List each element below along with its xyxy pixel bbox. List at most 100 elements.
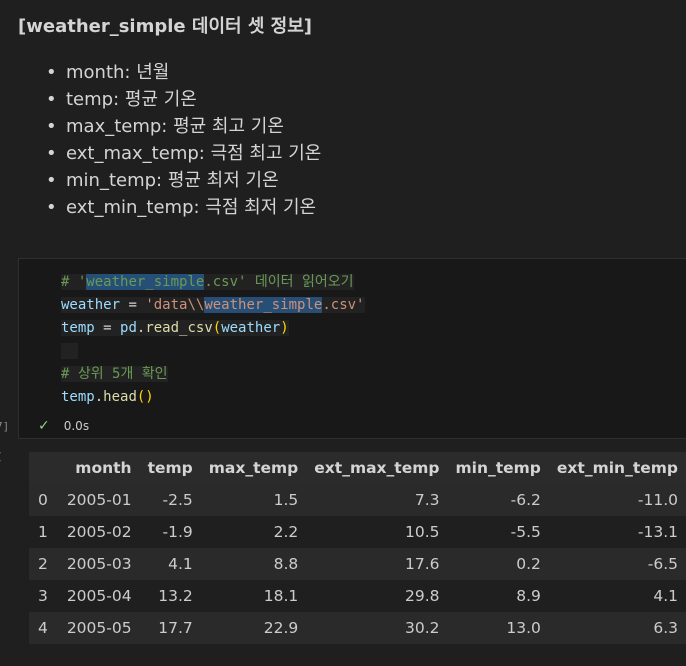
check-icon: ✓: [38, 418, 50, 434]
code-string: 'data\\: [145, 297, 205, 313]
code-function: head: [103, 389, 137, 405]
row-index: 4: [38, 619, 48, 637]
table-cell: 2005-01: [66, 491, 132, 509]
column-header: [29, 452, 59, 484]
code-operator: .: [94, 389, 104, 405]
table-cell: -5.5: [510, 523, 541, 541]
table-cell: 2005-05: [66, 619, 132, 637]
column-header: min_temp: [455, 459, 541, 477]
table-cell: 2005-02: [66, 523, 132, 541]
markdown-title: [weather_simple 데이터 셋 정보]: [18, 16, 313, 37]
row-index: 0: [38, 491, 48, 509]
code-string: .csv': [322, 297, 365, 313]
column-header: max_temp: [208, 459, 299, 477]
bullet-icon: •: [46, 197, 57, 218]
bullet-icon: •: [46, 89, 57, 110]
code-line-empty[interactable]: [61, 340, 365, 363]
list-item-text: month: 년월: [66, 62, 170, 83]
table-cell: 8.8: [273, 555, 299, 573]
table-row: 1 2005-02 -1.9 2.2 10.5 -5.5 -13.1: [29, 516, 686, 548]
bullet-icon: •: [46, 170, 57, 191]
table-cell: -6.2: [510, 491, 541, 509]
code-whitespace: [61, 343, 78, 359]
table-header-row: month temp max_temp ext_max_temp min_tem…: [29, 452, 686, 484]
bullet-icon: •: [46, 143, 57, 164]
list-item: • month: 년월: [20, 60, 321, 87]
code-line[interactable]: # 'weather_simple.csv' 데이터 읽어오기: [61, 271, 365, 294]
table-cell: 29.8: [404, 587, 440, 605]
list-item-text: ext_max_temp: 극점 최고 기온: [66, 143, 322, 164]
code-comment-highlight: weather_simple: [86, 274, 205, 290]
dataframe-output: month temp max_temp ext_max_temp min_tem…: [29, 452, 686, 644]
table-row: 4 2005-05 17.7 22.9 30.2 13.0 6.3: [29, 612, 686, 644]
code-paren: (): [136, 389, 154, 405]
code-operator: =: [120, 297, 146, 313]
table-cell: 6.3: [653, 619, 678, 637]
table-cell: 13.0: [506, 619, 541, 637]
code-module: pd: [120, 320, 137, 336]
table-cell: -2.5: [162, 491, 193, 509]
table-row: 0 2005-01 -2.5 1.5 7.3 -6.2 -11.0: [29, 484, 686, 516]
code-operator: =: [94, 320, 121, 336]
code-variable: temp: [61, 320, 95, 336]
code-comment: 데이터 읽어오기: [246, 274, 354, 290]
column-header: ext_max_temp: [314, 459, 440, 477]
code-function: read_csv: [145, 320, 213, 336]
table-cell: -13.1: [637, 523, 678, 541]
code-line[interactable]: weather = 'data\\weather_simple.csv': [61, 294, 365, 317]
list-item-text: max_temp: 평균 최고 기온: [66, 116, 284, 137]
table-cell: 13.2: [158, 587, 193, 605]
code-comment: #: [61, 274, 78, 290]
table-cell: 7.3: [414, 491, 440, 509]
code-paren: ): [280, 320, 289, 336]
output-marker: [: [0, 452, 2, 463]
list-item-text: min_temp: 평균 최저 기온: [66, 170, 279, 191]
table-cell: 1.5: [273, 491, 299, 509]
table-cell: -6.5: [647, 555, 678, 573]
column-header: month: [75, 459, 132, 477]
table-cell: 4.1: [168, 555, 193, 573]
column-header: temp: [147, 459, 193, 477]
code-line[interactable]: # 상위 5개 확인: [61, 363, 365, 386]
list-item: • max_temp: 평균 최고 기온: [20, 114, 321, 141]
code-line[interactable]: temp.head(): [61, 386, 365, 409]
table-cell: 30.2: [404, 619, 440, 637]
code-line[interactable]: temp = pd.read_csv(weather): [61, 317, 365, 340]
code-paren: (: [212, 320, 222, 336]
list-item-text: temp: 평균 기온: [66, 89, 197, 110]
code-editor[interactable]: # 'weather_simple.csv' 데이터 읽어오기 weather =…: [61, 271, 365, 409]
table-cell: 8.9: [516, 587, 541, 605]
table-row: 2 2005-03 4.1 8.8 17.6 0.2 -6.5: [29, 548, 686, 580]
table-cell: 0.2: [516, 555, 541, 573]
code-cell-editor[interactable]: # 'weather_simple.csv' 데이터 읽어오기 weather =…: [18, 258, 686, 439]
table-cell: 2005-03: [66, 555, 132, 573]
list-item-text: ext_min_temp: 극점 최저 기온: [66, 197, 317, 218]
code-variable: weather: [61, 297, 121, 313]
table-cell: 10.5: [404, 523, 440, 541]
code-variable: weather: [221, 320, 281, 336]
table-cell: 2005-04: [66, 587, 132, 605]
code-comment: .csv': [204, 274, 247, 290]
row-index: 1: [38, 523, 48, 541]
column-description-list: • month: 년월 • temp: 평균 기온 • max_temp: 평균 최고…: [20, 60, 321, 222]
execution-count: 7]: [0, 420, 10, 433]
list-item: • ext_max_temp: 극점 최고 기온: [20, 141, 321, 168]
code-string-highlight: weather_simple: [204, 297, 323, 313]
table-cell: 18.1: [263, 587, 299, 605]
table-cell: 2.2: [273, 523, 299, 541]
table-cell: 17.6: [404, 555, 440, 573]
table-cell: 17.7: [158, 619, 193, 637]
list-item: • min_temp: 평균 최저 기온: [20, 168, 321, 195]
row-index: 3: [38, 587, 48, 605]
bullet-icon: •: [46, 62, 57, 83]
execution-time: 0.0s: [63, 419, 90, 433]
table-cell: 22.9: [263, 619, 299, 637]
column-header: ext_min_temp: [556, 459, 678, 477]
table-cell: 4.1: [653, 587, 678, 605]
code-variable: temp: [61, 389, 95, 405]
bullet-icon: •: [46, 116, 57, 137]
table-row: 3 2005-04 13.2 18.1 29.8 8.9 4.1: [29, 580, 686, 612]
code-comment: # 상위 5개 확인: [61, 366, 168, 382]
table-cell: -11.0: [637, 491, 678, 509]
list-item: • temp: 평균 기온: [20, 87, 321, 114]
